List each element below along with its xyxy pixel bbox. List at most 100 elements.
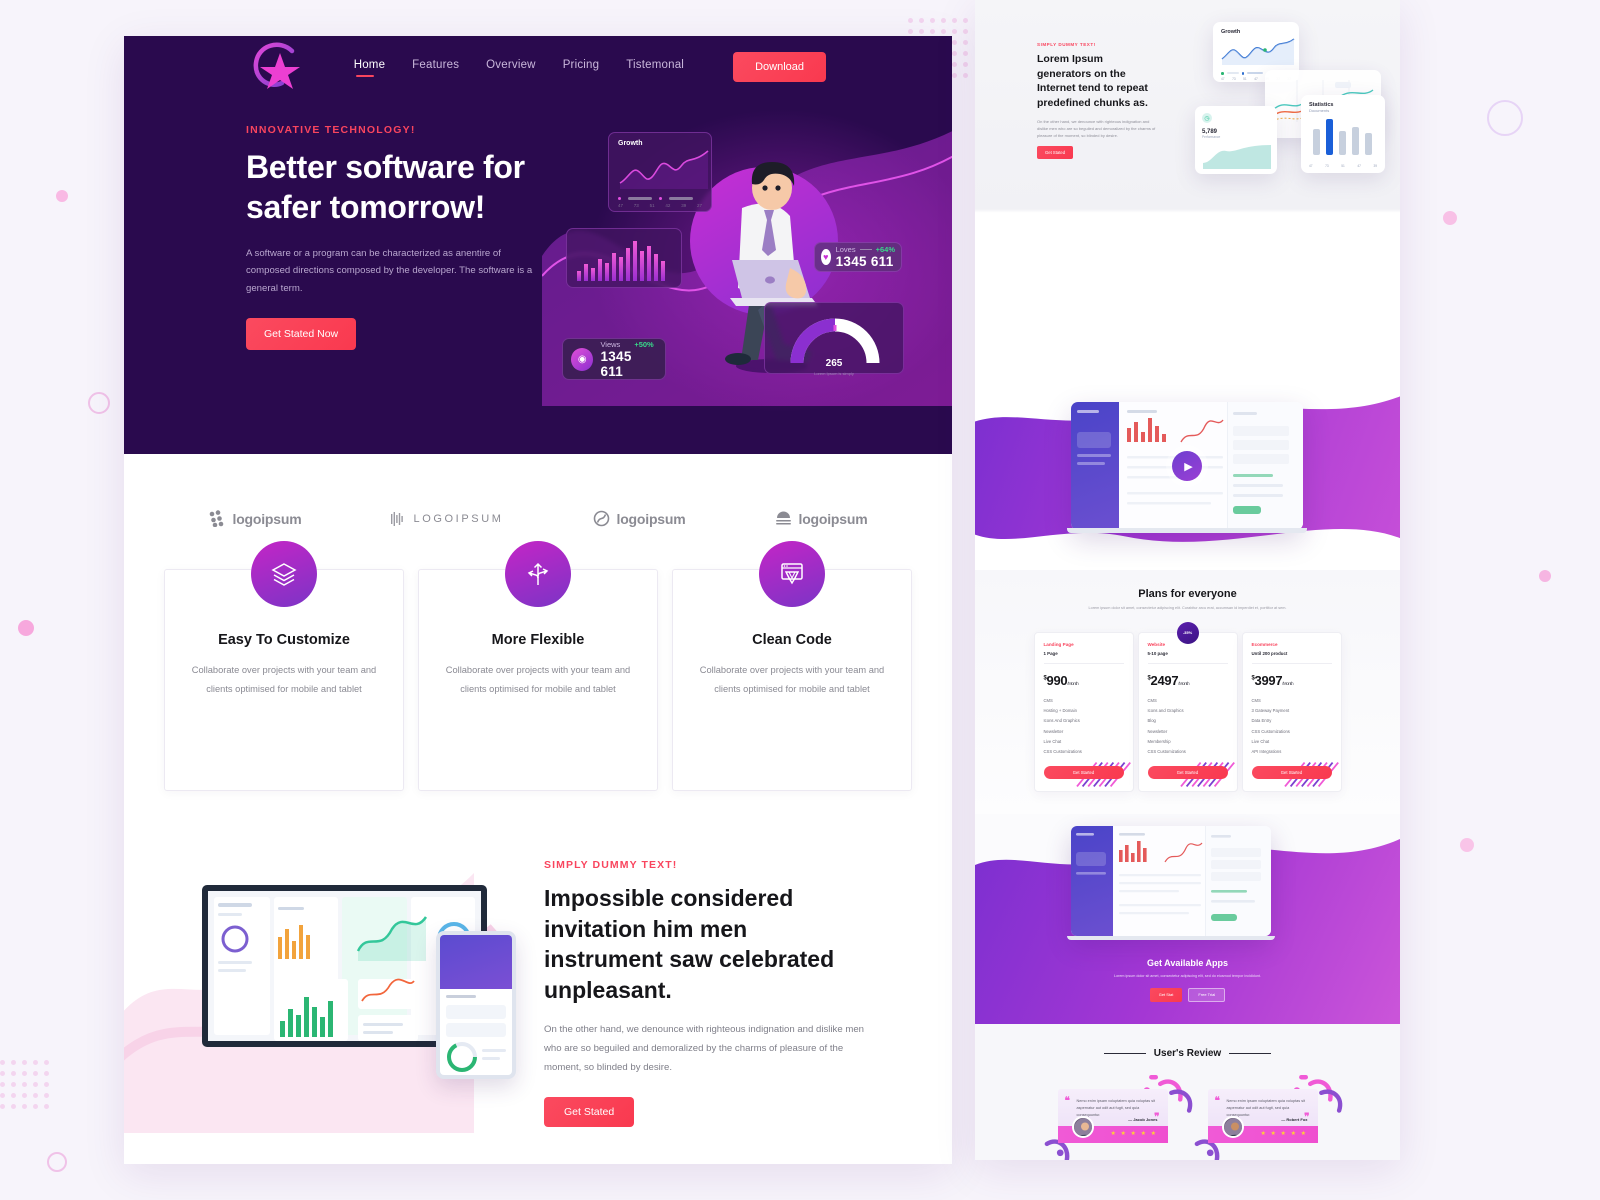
logo-text-4: logoipsum (798, 510, 868, 527)
bg-circle-5 (1487, 100, 1523, 136)
review-author-1: — Jacob Jones (1128, 1116, 1158, 1122)
loves-percent: +64% (875, 245, 895, 254)
gauge-card: 265 Lorem Ipsum is simply (764, 302, 904, 376)
right-landing-page-mockup: SIMPLY DUMMY TEXT! Lorem Ipsum generator… (975, 0, 1400, 1160)
feature-text-3: Collaborate over projects with your team… (699, 665, 885, 695)
get-stated-now-button[interactable]: Get Stated Now (246, 317, 357, 350)
review-card-1: ❝ Nemo enim ipsam voluptatem quia volupt… (1044, 1074, 1192, 1160)
discount-badge: -35% (1176, 621, 1199, 644)
plan-meta-2: 5-10 page (1147, 650, 1168, 656)
nav-links: Home Features Overview Pricing Tistemona… (354, 52, 926, 82)
pricing-cards: -35% Landing Page 1 Page $990/Month CMS H… (975, 621, 1400, 792)
plan-meta-1: 1 Page (1043, 650, 1058, 656)
right-intro-eyebrow: SIMPLY DUMMY TEXT! (1037, 42, 1096, 47)
nav-item-pricing[interactable]: Pricing (563, 59, 600, 75)
partner-logos: logoipsum LOGOIPSUM logoipsum logoipsum (124, 454, 952, 527)
logo-text-1: logoipsum (232, 510, 302, 527)
pricing-card-website: Website 5-10 page $2497/Month CMS Icons a… (1137, 631, 1238, 792)
mini-statistics-bars (1313, 119, 1372, 155)
dots-logo-icon (209, 510, 223, 527)
download-button[interactable]: Download (733, 52, 826, 82)
quote-open-icon: ❝ (1064, 1095, 1070, 1107)
play-button[interactable]: ▶ (1172, 451, 1202, 481)
sunwave-logo-icon (775, 511, 791, 525)
review-footer-2: — Robert Fox ★ ★ ★ ★ ★ (1207, 1115, 1318, 1143)
bg-circle-3 (56, 190, 68, 202)
nav-item-tistemonal[interactable]: Tistemonal (626, 59, 684, 75)
apps-laptop-base (1067, 935, 1275, 940)
apps-copy: Get Available Apps Lorem ipsum dolor sit… (975, 958, 1400, 1002)
plan-meta-3: Until 200 product (1251, 650, 1288, 656)
apps-title: Get Available Apps (1146, 958, 1229, 969)
review-stars-1: ★ ★ ★ ★ ★ (1110, 1130, 1158, 1137)
review-card-2: ❝ Nemo enim ipsam voluptatem quia volupt… (1194, 1074, 1342, 1160)
layers-icon (251, 541, 317, 607)
apps-dashboard-mockup (1071, 825, 1271, 936)
plan-cta-1[interactable]: Get Started (1043, 765, 1124, 779)
quote-open-icon: ❝ (1214, 1095, 1220, 1107)
dashboard-mockup-illustration (124, 859, 544, 1133)
avatar (1221, 1115, 1244, 1138)
views-percent: +50% (634, 339, 654, 349)
apps-secondary-button[interactable]: Free Trial (1188, 987, 1226, 1002)
plan-price-3: $3997/Month (1251, 672, 1294, 688)
plan-cta-3[interactable]: Get Started (1251, 765, 1332, 779)
mini-performance-label: Performance (1202, 135, 1221, 139)
refresh-icon: ◷ (1202, 113, 1212, 123)
promo-get-stated-button[interactable]: Get Stated (544, 1097, 635, 1128)
bg-circle-4 (1443, 211, 1457, 225)
plan-price-2: $2497/Month (1147, 672, 1190, 688)
reviews-title: User's Review (1153, 1047, 1222, 1059)
hero-copy: INNOVATIVE TECHNOLOGY! Better software f… (246, 124, 546, 454)
plan-cta-2[interactable]: Get Started (1147, 765, 1228, 779)
brand-logo[interactable] (250, 41, 306, 93)
eye-icon: ◉ (571, 347, 594, 371)
nav-item-home[interactable]: Home (354, 59, 385, 77)
right-intro-text: On the other hand, we denounce with righ… (1037, 118, 1156, 138)
code-diamond-icon (759, 541, 825, 607)
plan-name-3: Ecommerce (1251, 641, 1278, 647)
bars-logo-icon (391, 511, 404, 526)
pricing-section: Plans for everyone Lorem ipsum dolor sit… (975, 570, 1400, 814)
feature-cards: Easy To Customize Collaborate over proje… (124, 527, 952, 791)
hero-illustration: Growth 47 73 51 42 39 27 ♥ Loves +64% 13… (552, 124, 952, 454)
hero-eyebrow: INNOVATIVE TECHNOLOGY! (246, 124, 416, 136)
laptop-base (1067, 528, 1307, 533)
video-showcase-section: ▶ (975, 380, 1400, 570)
bar-chart-card (566, 228, 682, 288)
left-landing-page-mockup: Home Features Overview Pricing Tistemona… (124, 36, 952, 1164)
bg-circle-6 (1539, 570, 1551, 582)
bar-chart (577, 241, 665, 281)
promo-text: On the other hand, we denounce with righ… (544, 1024, 865, 1073)
feature-text-2: Collaborate over projects with your team… (445, 665, 631, 695)
plan-name-1: Landing Page (1043, 641, 1074, 647)
logo-item-2: LOGOIPSUM (390, 511, 503, 527)
apps-primary-button[interactable]: Get Stat (1149, 987, 1183, 1002)
mini-performance-card: ◷ 5,789 Performance (1195, 106, 1277, 174)
promo-title: Impossible considered invitation him men… (544, 885, 835, 1003)
plan-features-1: CMS Hosting + Domain Icons And Graphics Ne… (1043, 697, 1082, 755)
hero-section: Home Features Overview Pricing Tistemona… (124, 36, 952, 454)
feature-card-clean-code: Clean Code Collaborate over projects wit… (672, 541, 912, 791)
views-value: 1345 611 (600, 348, 632, 379)
promo-copy: SIMPLY DUMMY TEXT! Impossible considered… (544, 859, 952, 1128)
nav-item-overview[interactable]: Overview (486, 59, 536, 75)
right-intro-cta[interactable]: Get Stated (1037, 145, 1074, 159)
growth-card-title: Growth (618, 140, 643, 147)
bg-circle-7 (1460, 838, 1474, 852)
hero-title-line1: Better software for (246, 149, 525, 185)
nav-item-features[interactable]: Features (412, 59, 459, 75)
apps-section: Get Available Apps Lorem ipsum dolor sit… (975, 813, 1400, 1024)
reviews-header: User's Review (975, 1048, 1400, 1059)
plan-features-3: CMS 3 Gateway Payment Data Entry CSS Custo… (1251, 697, 1290, 755)
feature-card-easy-to-customize: Easy To Customize Collaborate over proje… (164, 541, 404, 791)
plans-subtitle: Lorem ipsum dolor sit amet, consectetur … (1088, 606, 1287, 610)
bg-circle-2 (18, 620, 34, 636)
hero-title-line2: safer tomorrow! (246, 189, 486, 226)
logo-item-4: logoipsum (775, 511, 868, 527)
circle-slash-logo-icon (593, 510, 609, 527)
loves-stat-card: ♥ Loves +64% 1345 611 (814, 242, 902, 272)
mini-growth-title: Growth (1221, 29, 1241, 35)
apps-buttons: Get Stat Free Trial (975, 987, 1400, 1002)
feature-text-1: Collaborate over projects with your team… (191, 665, 377, 695)
